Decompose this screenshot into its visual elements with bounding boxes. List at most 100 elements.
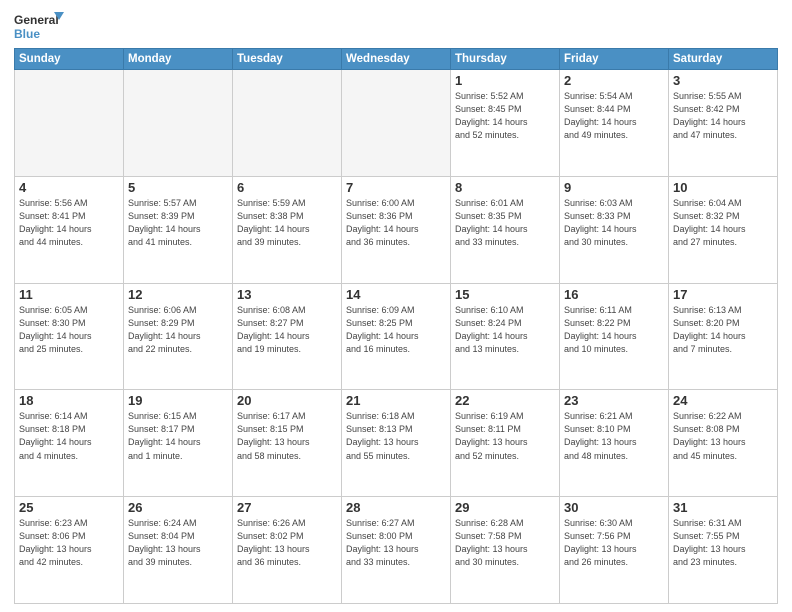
day-cell: 11 Sunrise: 6:05 AM Sunset: 8:30 PM Dayli…: [15, 283, 124, 390]
day-number: 1: [455, 73, 555, 88]
day-info: Sunrise: 6:05 AM Sunset: 8:30 PM Dayligh…: [19, 304, 119, 356]
day-cell: 9 Sunrise: 6:03 AM Sunset: 8:33 PM Daylig…: [560, 176, 669, 283]
day-info: Sunrise: 6:22 AM Sunset: 8:08 PM Dayligh…: [673, 410, 773, 462]
day-cell: 20 Sunrise: 6:17 AM Sunset: 8:15 PM Dayli…: [233, 390, 342, 497]
day-cell: 7 Sunrise: 6:00 AM Sunset: 8:36 PM Daylig…: [342, 176, 451, 283]
day-cell: 4 Sunrise: 5:56 AM Sunset: 8:41 PM Daylig…: [15, 176, 124, 283]
col-header-friday: Friday: [560, 49, 669, 70]
day-info: Sunrise: 6:09 AM Sunset: 8:25 PM Dayligh…: [346, 304, 446, 356]
day-info: Sunrise: 5:59 AM Sunset: 8:38 PM Dayligh…: [237, 197, 337, 249]
day-number: 8: [455, 180, 555, 195]
day-number: 22: [455, 393, 555, 408]
day-number: 7: [346, 180, 446, 195]
day-info: Sunrise: 6:06 AM Sunset: 8:29 PM Dayligh…: [128, 304, 228, 356]
day-info: Sunrise: 6:24 AM Sunset: 8:04 PM Dayligh…: [128, 517, 228, 569]
week-row-4: 25 Sunrise: 6:23 AM Sunset: 8:06 PM Dayli…: [15, 497, 778, 604]
day-cell: 6 Sunrise: 5:59 AM Sunset: 8:38 PM Daylig…: [233, 176, 342, 283]
col-header-saturday: Saturday: [669, 49, 778, 70]
day-cell: 30 Sunrise: 6:30 AM Sunset: 7:56 PM Dayli…: [560, 497, 669, 604]
day-cell: [124, 70, 233, 177]
day-cell: 22 Sunrise: 6:19 AM Sunset: 8:11 PM Dayli…: [451, 390, 560, 497]
day-cell: 29Sunrise: 6:28 AM Sunset: 7:58 PM Dayli…: [451, 497, 560, 604]
day-number: 5: [128, 180, 228, 195]
day-info: Sunrise: 5:57 AM Sunset: 8:39 PM Dayligh…: [128, 197, 228, 249]
calendar-header: SundayMondayTuesdayWednesdayThursdayFrid…: [15, 49, 778, 70]
logo: GeneralBlue: [14, 10, 66, 42]
day-number: 21: [346, 393, 446, 408]
day-info: Sunrise: 6:00 AM Sunset: 8:36 PM Dayligh…: [346, 197, 446, 249]
day-number: 28: [346, 500, 446, 515]
header-row: SundayMondayTuesdayWednesdayThursdayFrid…: [15, 49, 778, 70]
day-cell: 1Sunrise: 5:52 AM Sunset: 8:45 PM Daylig…: [451, 70, 560, 177]
col-header-monday: Monday: [124, 49, 233, 70]
day-cell: 31 Sunrise: 6:31 AM Sunset: 7:55 PM Dayli…: [669, 497, 778, 604]
day-cell: 21 Sunrise: 6:18 AM Sunset: 8:13 PM Dayli…: [342, 390, 451, 497]
day-info: Sunrise: 6:17 AM Sunset: 8:15 PM Dayligh…: [237, 410, 337, 462]
day-number: 31: [673, 500, 773, 515]
day-number: 23: [564, 393, 664, 408]
day-info: Sunrise: 6:27 AM Sunset: 8:00 PM Dayligh…: [346, 517, 446, 569]
day-info: Sunrise: 6:30 AM Sunset: 7:56 PM Dayligh…: [564, 517, 664, 569]
day-info: Sunrise: 6:08 AM Sunset: 8:27 PM Dayligh…: [237, 304, 337, 356]
day-number: 29: [455, 500, 555, 515]
week-row-1: 4 Sunrise: 5:56 AM Sunset: 8:41 PM Daylig…: [15, 176, 778, 283]
day-cell: 25 Sunrise: 6:23 AM Sunset: 8:06 PM Dayli…: [15, 497, 124, 604]
day-number: 30: [564, 500, 664, 515]
day-cell: [233, 70, 342, 177]
day-number: 25: [19, 500, 119, 515]
day-number: 18: [19, 393, 119, 408]
logo-svg: GeneralBlue: [14, 10, 66, 42]
day-number: 13: [237, 287, 337, 302]
day-number: 11: [19, 287, 119, 302]
week-row-0: 1Sunrise: 5:52 AM Sunset: 8:45 PM Daylig…: [15, 70, 778, 177]
page: GeneralBlue SundayMondayTuesdayWednesday…: [0, 0, 792, 612]
day-number: 16: [564, 287, 664, 302]
day-info: Sunrise: 6:18 AM Sunset: 8:13 PM Dayligh…: [346, 410, 446, 462]
calendar-table: SundayMondayTuesdayWednesdayThursdayFrid…: [14, 48, 778, 604]
day-info: Sunrise: 6:13 AM Sunset: 8:20 PM Dayligh…: [673, 304, 773, 356]
day-info: Sunrise: 6:11 AM Sunset: 8:22 PM Dayligh…: [564, 304, 664, 356]
day-info: Sunrise: 6:10 AM Sunset: 8:24 PM Dayligh…: [455, 304, 555, 356]
day-info: Sunrise: 6:15 AM Sunset: 8:17 PM Dayligh…: [128, 410, 228, 462]
svg-text:General: General: [14, 13, 59, 27]
day-cell: 19 Sunrise: 6:15 AM Sunset: 8:17 PM Dayli…: [124, 390, 233, 497]
col-header-sunday: Sunday: [15, 49, 124, 70]
day-cell: 13 Sunrise: 6:08 AM Sunset: 8:27 PM Dayli…: [233, 283, 342, 390]
day-info: Sunrise: 6:31 AM Sunset: 7:55 PM Dayligh…: [673, 517, 773, 569]
day-cell: 26 Sunrise: 6:24 AM Sunset: 8:04 PM Dayli…: [124, 497, 233, 604]
day-cell: 14 Sunrise: 6:09 AM Sunset: 8:25 PM Dayli…: [342, 283, 451, 390]
day-number: 19: [128, 393, 228, 408]
col-header-tuesday: Tuesday: [233, 49, 342, 70]
day-cell: 15 Sunrise: 6:10 AM Sunset: 8:24 PM Dayli…: [451, 283, 560, 390]
svg-text:Blue: Blue: [14, 27, 40, 41]
calendar-body: 1Sunrise: 5:52 AM Sunset: 8:45 PM Daylig…: [15, 70, 778, 604]
day-cell: 8 Sunrise: 6:01 AM Sunset: 8:35 PM Daylig…: [451, 176, 560, 283]
day-info: Sunrise: 6:01 AM Sunset: 8:35 PM Dayligh…: [455, 197, 555, 249]
day-number: 27: [237, 500, 337, 515]
day-number: 9: [564, 180, 664, 195]
day-number: 10: [673, 180, 773, 195]
day-number: 3: [673, 73, 773, 88]
day-info: Sunrise: 6:23 AM Sunset: 8:06 PM Dayligh…: [19, 517, 119, 569]
day-cell: 27Sunrise: 6:26 AM Sunset: 8:02 PM Dayli…: [233, 497, 342, 604]
day-cell: [342, 70, 451, 177]
day-number: 26: [128, 500, 228, 515]
day-info: Sunrise: 6:21 AM Sunset: 8:10 PM Dayligh…: [564, 410, 664, 462]
day-cell: 28 Sunrise: 6:27 AM Sunset: 8:00 PM Dayli…: [342, 497, 451, 604]
day-info: Sunrise: 6:03 AM Sunset: 8:33 PM Dayligh…: [564, 197, 664, 249]
day-number: 15: [455, 287, 555, 302]
day-info: Sunrise: 6:19 AM Sunset: 8:11 PM Dayligh…: [455, 410, 555, 462]
day-cell: 17Sunrise: 6:13 AM Sunset: 8:20 PM Dayli…: [669, 283, 778, 390]
day-number: 12: [128, 287, 228, 302]
day-cell: 23 Sunrise: 6:21 AM Sunset: 8:10 PM Dayli…: [560, 390, 669, 497]
day-number: 6: [237, 180, 337, 195]
day-info: Sunrise: 6:14 AM Sunset: 8:18 PM Dayligh…: [19, 410, 119, 462]
day-number: 24: [673, 393, 773, 408]
header: GeneralBlue: [14, 10, 778, 42]
day-number: 20: [237, 393, 337, 408]
day-number: 14: [346, 287, 446, 302]
day-cell: 10Sunrise: 6:04 AM Sunset: 8:32 PM Dayli…: [669, 176, 778, 283]
day-number: 4: [19, 180, 119, 195]
day-cell: 16 Sunrise: 6:11 AM Sunset: 8:22 PM Dayli…: [560, 283, 669, 390]
day-info: Sunrise: 5:56 AM Sunset: 8:41 PM Dayligh…: [19, 197, 119, 249]
